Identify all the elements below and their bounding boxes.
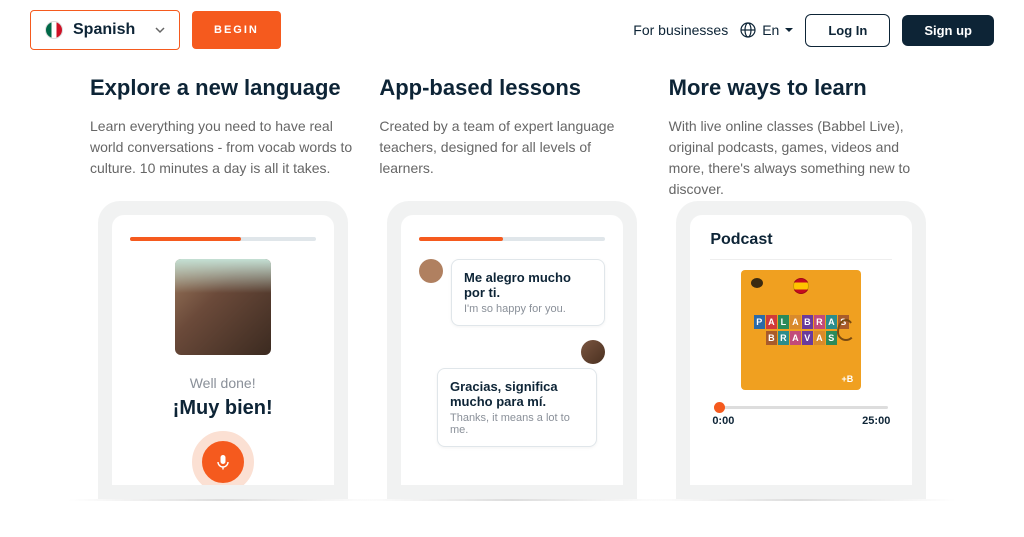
muy-bien-label: ¡Muy bien! — [130, 397, 316, 420]
chat-message: Gracias, significa mucho para mí. Thanks… — [419, 368, 605, 447]
bee-icon — [751, 278, 763, 288]
chat-message: Me alegro mucho por ti. I'm so happy for… — [419, 259, 605, 326]
signup-button[interactable]: Sign up — [902, 15, 994, 46]
tiles-row-2: BRAVAS — [766, 331, 837, 345]
globe-icon — [740, 22, 756, 38]
site-language-label: En — [762, 22, 779, 38]
chat-bubble: Me alegro mucho por ti. I'm so happy for… — [451, 259, 605, 326]
for-businesses-link[interactable]: For businesses — [633, 22, 728, 38]
feature-more-ways: More ways to learn With live online clas… — [669, 75, 934, 499]
begin-button[interactable]: BEGIN — [192, 11, 281, 49]
podcast-artwork: PALABRAS BRAVAS +B — [741, 270, 861, 390]
phone-mockup-lessons: Me alegro mucho por ti. I'm so happy for… — [387, 201, 637, 499]
chat-bubble: Gracias, significa mucho para mí. Thanks… — [437, 368, 597, 447]
slider-thumb[interactable] — [714, 402, 725, 413]
feature-lessons: App-based lessons Created by a team of e… — [379, 75, 644, 499]
feature-explore: Explore a new language Learn everything … — [90, 75, 355, 499]
flag-icon — [45, 21, 63, 39]
site-language-toggle[interactable]: En — [740, 22, 793, 38]
caret-down-icon — [785, 28, 793, 33]
feature-desc: Created by a team of expert language tea… — [379, 116, 644, 201]
header: Spanish BEGIN For businesses En Log In S… — [0, 0, 1024, 60]
chevron-down-icon — [155, 25, 165, 35]
chat-avatar-row — [419, 340, 605, 364]
login-button[interactable]: Log In — [805, 14, 890, 47]
mic-button[interactable] — [201, 440, 245, 484]
phone-mockup-explore: Well done! ¡Muy bien! — [98, 201, 348, 499]
mic-icon — [215, 454, 231, 470]
progress-bar — [130, 237, 316, 241]
feature-columns: Explore a new language Learn everything … — [0, 60, 1024, 499]
playback-slider[interactable] — [714, 406, 888, 409]
ear-icon — [837, 319, 855, 341]
progress-bar — [419, 237, 605, 241]
feature-desc: Learn everything you need to have real w… — [90, 116, 355, 201]
tiles-row-1: PALABRAS — [754, 315, 849, 329]
user-photo — [175, 259, 271, 355]
feature-title: App-based lessons — [379, 75, 644, 101]
spain-flag-icon — [793, 278, 809, 294]
time-total: 25:00 — [862, 415, 890, 427]
feature-title: More ways to learn — [669, 75, 934, 101]
feature-title: Explore a new language — [90, 75, 355, 101]
language-selector[interactable]: Spanish — [30, 10, 180, 50]
time-elapsed: 0:00 — [712, 415, 734, 427]
podcast-heading: Podcast — [710, 231, 892, 260]
avatar — [419, 259, 443, 283]
avatar — [581, 340, 605, 364]
phone-mockup-podcast: Podcast PALABRAS BRAVAS +B 0:00 25:00 — [676, 201, 926, 499]
well-done-label: Well done! — [130, 375, 316, 391]
language-label: Spanish — [73, 21, 145, 39]
plus-b-label: +B — [842, 374, 854, 384]
feature-desc: With live online classes (Babbel Live), … — [669, 116, 934, 201]
